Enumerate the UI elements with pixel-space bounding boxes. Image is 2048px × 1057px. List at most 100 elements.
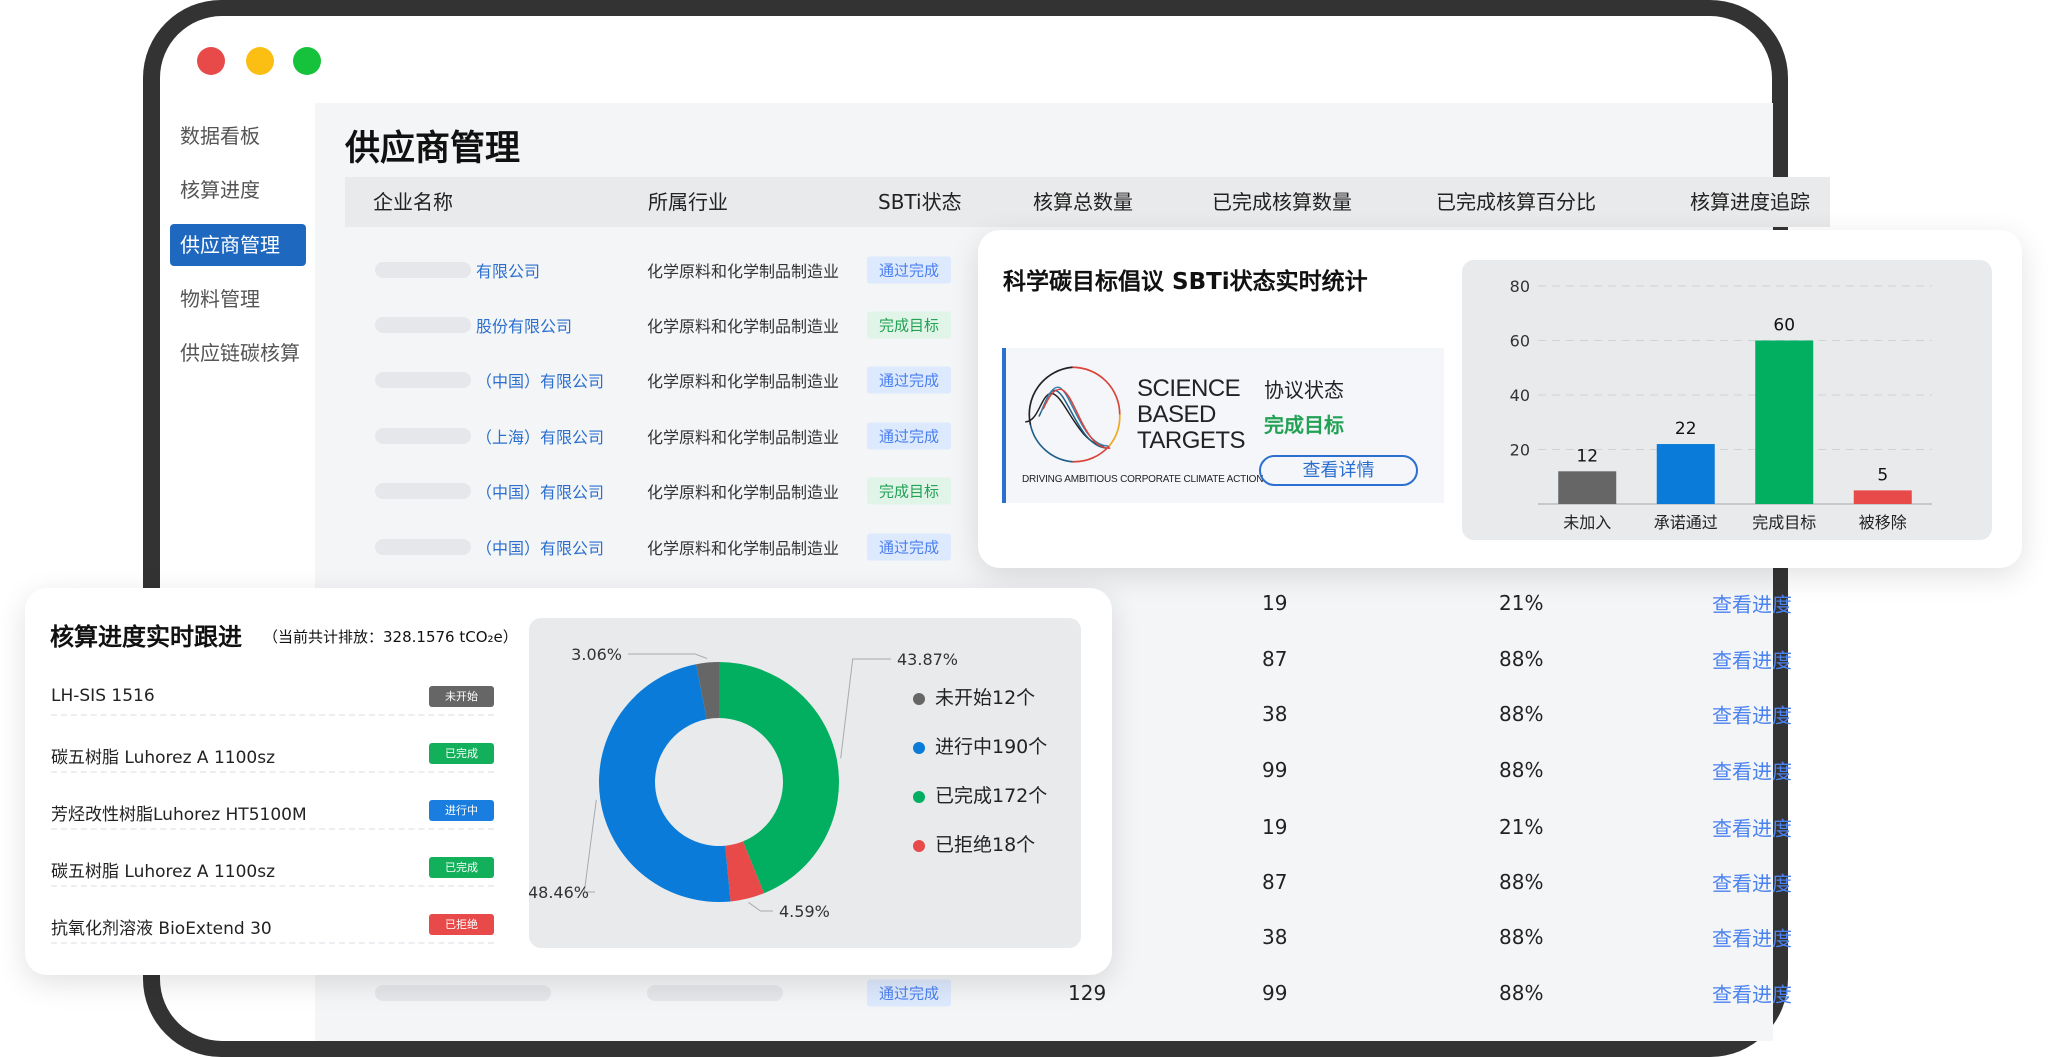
view-progress-link[interactable]: 查看进度 bbox=[1712, 645, 1792, 674]
x-tick-label: 被移除 bbox=[1859, 513, 1907, 532]
column-header-company[interactable]: 企业名称 bbox=[373, 177, 453, 227]
column-header-industry[interactable]: 所属行业 bbox=[648, 177, 728, 227]
sidebar-item-accounting-progress[interactable]: 核算进度 bbox=[170, 169, 306, 211]
agreement-status-value: 完成目标 bbox=[1264, 413, 1344, 437]
company-name-link[interactable]: （中国）有限公司 bbox=[476, 535, 604, 559]
bar-承诺通过 bbox=[1656, 444, 1715, 504]
completed-count-cell: 87 bbox=[1262, 647, 1288, 671]
sbti-status-badge: 通过完成 bbox=[867, 533, 952, 561]
bar-value-label: 5 bbox=[1877, 465, 1888, 485]
industry-cell: 化学原料和化学制品制造业 bbox=[647, 262, 840, 281]
company-name-link[interactable]: 有限公司 bbox=[476, 258, 540, 282]
redacted-name-placeholder bbox=[647, 985, 783, 1001]
industry-cell: 化学原料和化学制品制造业 bbox=[647, 483, 840, 502]
tracker-card-subtitle: （当前共计排放：328.1576 tCO₂e） bbox=[263, 628, 518, 646]
sbti-status-badge: 完成目标 bbox=[867, 311, 952, 339]
slice-percent-label: 4.59% bbox=[779, 902, 830, 921]
material-name: 碳五树脂 Luhorez A 1100sz bbox=[51, 862, 276, 882]
legend-label: 已拒绝18个 bbox=[935, 834, 1036, 856]
y-tick-label: 80 bbox=[1510, 277, 1530, 296]
completed-count-cell: 99 bbox=[1262, 981, 1288, 1005]
legend-label: 未开始12个 bbox=[935, 687, 1036, 709]
column-header-total-count[interactable]: 核算总数量 bbox=[1033, 177, 1133, 227]
completed-percent-cell: 88% bbox=[1499, 870, 1544, 894]
redacted-name-placeholder bbox=[375, 262, 471, 278]
company-name-link[interactable]: （中国）有限公司 bbox=[476, 368, 604, 392]
tracker-list-item[interactable]: 碳五树脂 Luhorez A 1100sz 已完成 bbox=[51, 743, 494, 773]
material-name: 抗氧化剂溶液 BioExtend 30 bbox=[51, 919, 272, 939]
column-header-sbti-status[interactable]: SBTi状态 bbox=[878, 177, 962, 227]
completed-percent-cell: 88% bbox=[1499, 647, 1544, 671]
tracker-list-item[interactable]: 碳五树脂 Luhorez A 1100sz 已完成 bbox=[51, 857, 494, 887]
legend-item[interactable]: 已完成172个 bbox=[913, 781, 1047, 808]
status-badge: 已完成 bbox=[429, 857, 494, 878]
company-name-link[interactable]: （上海）有限公司 bbox=[476, 424, 604, 448]
redacted-name-placeholder bbox=[375, 483, 471, 499]
close-window-button[interactable] bbox=[197, 47, 225, 75]
legend-dot-icon bbox=[913, 790, 925, 803]
column-header-completed-percent[interactable]: 已完成核算百分比 bbox=[1436, 177, 1596, 227]
company-name-link[interactable]: （中国）有限公司 bbox=[476, 479, 604, 503]
y-tick-label: 60 bbox=[1510, 332, 1530, 351]
tracker-list-item[interactable]: 抗氧化剂溶液 BioExtend 30 已拒绝 bbox=[51, 914, 494, 944]
legend-label: 已完成172个 bbox=[935, 785, 1048, 807]
bar-value-label: 60 bbox=[1773, 316, 1795, 336]
company-name-link[interactable]: 股份有限公司 bbox=[476, 313, 572, 337]
leader-line bbox=[628, 653, 708, 660]
view-progress-link[interactable]: 查看进度 bbox=[1712, 589, 1792, 618]
industry-cell: 化学原料和化学制品制造业 bbox=[647, 317, 840, 336]
completed-count-cell: 99 bbox=[1262, 758, 1288, 782]
legend-item[interactable]: 已拒绝18个 bbox=[913, 830, 1035, 857]
completed-percent-cell: 21% bbox=[1499, 815, 1544, 839]
sbti-logo-wordmark: SCIENCE BASED TARGETS bbox=[1137, 376, 1246, 454]
completed-count-cell: 87 bbox=[1262, 870, 1288, 894]
legend-label: 进行中190个 bbox=[935, 736, 1048, 758]
view-progress-link[interactable]: 查看进度 bbox=[1712, 813, 1792, 842]
legend-item[interactable]: 进行中190个 bbox=[913, 732, 1047, 759]
y-tick-label: 40 bbox=[1510, 386, 1530, 405]
completed-count-cell: 19 bbox=[1262, 591, 1288, 615]
leader-line bbox=[840, 658, 891, 759]
x-tick-label: 完成目标 bbox=[1752, 513, 1816, 532]
legend-dot-icon bbox=[913, 741, 925, 754]
column-header-progress-tracking[interactable]: 核算进度追踪 bbox=[1690, 177, 1810, 227]
minimize-window-button[interactable] bbox=[246, 47, 274, 75]
completed-percent-cell: 88% bbox=[1499, 925, 1544, 949]
y-tick-label: 20 bbox=[1510, 441, 1530, 460]
agreement-status-label: 协议状态 bbox=[1264, 378, 1344, 402]
maximize-window-button[interactable] bbox=[293, 47, 321, 75]
material-name: 碳五树脂 Luhorez A 1100sz bbox=[51, 748, 276, 768]
redacted-name-placeholder bbox=[375, 372, 471, 388]
bar-value-label: 22 bbox=[1675, 419, 1697, 439]
sidebar-item-supply-chain-carbon[interactable]: 供应链碳核算 bbox=[170, 332, 306, 374]
tracker-list-item[interactable]: LH-SIS 1516 未开始 bbox=[51, 686, 494, 716]
view-progress-link[interactable]: 查看进度 bbox=[1712, 923, 1792, 952]
tracker-list-item[interactable]: 芳烃改性树脂Luhorez HT5100M 进行中 bbox=[51, 800, 494, 830]
redacted-name-placeholder bbox=[375, 317, 471, 333]
redacted-name-placeholder bbox=[375, 428, 471, 444]
tracker-card-title: 核算进度实时跟进 bbox=[50, 623, 242, 651]
view-progress-link[interactable]: 查看进度 bbox=[1712, 700, 1792, 729]
column-header-completed-count[interactable]: 已完成核算数量 bbox=[1212, 177, 1352, 227]
bar-value-label: 12 bbox=[1576, 446, 1598, 466]
legend-item[interactable]: 未开始12个 bbox=[913, 683, 1035, 710]
sidebar-item-dashboard[interactable]: 数据看板 bbox=[170, 115, 306, 157]
redacted-name-placeholder bbox=[375, 539, 471, 555]
sidebar-item-supplier-management[interactable]: 供应商管理 bbox=[170, 224, 306, 266]
bar-未加入 bbox=[1558, 471, 1617, 504]
bar-完成目标 bbox=[1755, 340, 1814, 504]
view-progress-link[interactable]: 查看进度 bbox=[1712, 979, 1792, 1008]
completed-count-cell: 38 bbox=[1262, 925, 1288, 949]
sbti-logo-line: TARGETS bbox=[1137, 427, 1246, 454]
sbti-logo-line: BASED bbox=[1137, 401, 1216, 428]
total-count-cell: 129 bbox=[1068, 981, 1107, 1005]
material-name: 芳烃改性树脂Luhorez HT5100M bbox=[51, 805, 307, 825]
legend-dot-icon bbox=[913, 839, 925, 852]
sidebar-item-material-management[interactable]: 物料管理 bbox=[170, 278, 306, 320]
view-details-button[interactable]: 查看详情 bbox=[1259, 455, 1418, 486]
sbti-status-badge: 通过完成 bbox=[867, 366, 952, 394]
view-progress-link[interactable]: 查看进度 bbox=[1712, 756, 1792, 785]
view-progress-link[interactable]: 查看进度 bbox=[1712, 868, 1792, 897]
industry-cell: 化学原料和化学制品制造业 bbox=[647, 372, 840, 391]
sbti-status-badge: 完成目标 bbox=[867, 477, 952, 505]
